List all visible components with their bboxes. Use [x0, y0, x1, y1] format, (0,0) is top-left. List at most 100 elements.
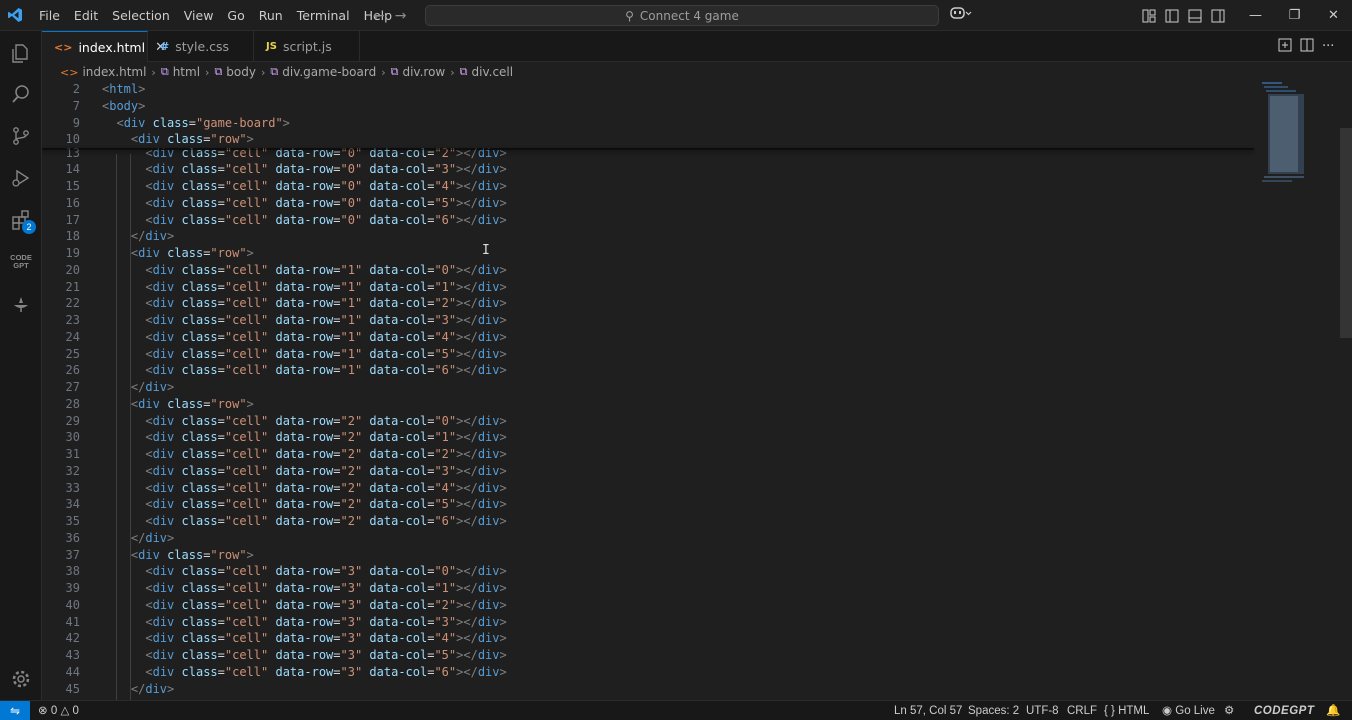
- cell-code-line[interactable]: 39 <div class="cell" data-row="3" data-c…: [42, 580, 1262, 597]
- cursor-position[interactable]: Ln 57, Col 57: [894, 701, 962, 720]
- open-preview-icon[interactable]: [1278, 38, 1292, 56]
- line-code: <div class="cell" data-row="1" data-col=…: [145, 346, 507, 361]
- extensions-badge: 2: [22, 220, 36, 234]
- cell-code-line[interactable]: 24 <div class="cell" data-row="1" data-c…: [42, 329, 1262, 346]
- line-code: <div class="cell" data-row="3" data-col=…: [145, 631, 507, 646]
- toggle-secondary-sidebar-icon[interactable]: [1209, 7, 1226, 24]
- source-control-icon[interactable]: [0, 116, 42, 156]
- codegpt-status[interactable]: CODEGPT: [1254, 701, 1314, 720]
- manage-gear-icon[interactable]: [0, 659, 42, 699]
- customize-layout-icon[interactable]: [1140, 7, 1157, 24]
- back-arrow-icon[interactable]: ←: [373, 8, 385, 24]
- command-center[interactable]: ⚲ Connect 4 game: [425, 5, 939, 26]
- line-code: <div class="cell" data-row="1" data-col=…: [145, 313, 507, 327]
- row-code-line[interactable]: 28 <div class="row">: [42, 396, 1262, 413]
- encoding[interactable]: UTF-8: [1026, 701, 1059, 720]
- menu-view[interactable]: View: [177, 0, 221, 31]
- language-mode[interactable]: { } HTML: [1104, 701, 1149, 720]
- restore-icon[interactable]: ❐: [1275, 0, 1314, 31]
- minimap[interactable]: [1260, 82, 1340, 192]
- command-center-label: Connect 4 game: [639, 8, 739, 23]
- scrollbar-thumb[interactable]: [1340, 128, 1352, 338]
- cell-code-line[interactable]: 22 <div class="cell" data-row="1" data-c…: [42, 295, 1262, 312]
- search-icon[interactable]: [0, 74, 42, 114]
- line-code: <div class="cell" data-row="3" data-col=…: [145, 581, 507, 595]
- line-number: 17: [65, 212, 80, 227]
- cell-code-line[interactable]: 14 <div class="cell" data-row="0" data-c…: [42, 161, 1262, 178]
- explorer-icon[interactable]: [0, 33, 42, 73]
- forward-arrow-icon[interactable]: →: [395, 8, 407, 24]
- toggle-panel-icon[interactable]: [1186, 7, 1203, 24]
- element-icon: ⧉: [160, 65, 169, 78]
- go-live-button[interactable]: ◉ Go Live: [1162, 701, 1215, 720]
- sticky-line[interactable]: 7 <body>: [42, 97, 1262, 115]
- line-code: <div class="cell" data-row="3" data-col=…: [145, 614, 507, 629]
- remote-indicator-icon[interactable]: ⇋: [0, 700, 30, 720]
- row-code-line[interactable]: 18 </div>: [42, 228, 1262, 245]
- toggle-primary-sidebar-icon[interactable]: [1163, 7, 1180, 24]
- run-debug-icon[interactable]: [0, 158, 42, 198]
- cell-code-line[interactable]: 26 <div class="cell" data-row="1" data-c…: [42, 362, 1262, 379]
- cell-code-line[interactable]: 43 <div class="cell" data-row="3" data-c…: [42, 647, 1262, 664]
- breadcrumb-item[interactable]: ⧉ div.cell: [460, 65, 513, 79]
- notifications-bell-icon[interactable]: 🔔: [1326, 701, 1340, 720]
- menu-terminal[interactable]: Terminal: [290, 0, 357, 31]
- close-window-icon[interactable]: ✕: [1314, 0, 1352, 31]
- menu-run[interactable]: Run: [252, 0, 290, 31]
- cell-code-line[interactable]: 17 <div class="cell" data-row="0" data-c…: [42, 212, 1262, 229]
- cell-code-line[interactable]: 42 <div class="cell" data-row="3" data-c…: [42, 630, 1262, 647]
- copilot-status-icon[interactable]: ⚙: [1224, 701, 1234, 720]
- cell-code-line[interactable]: 41 <div class="cell" data-row="3" data-c…: [42, 614, 1262, 631]
- cell-code-line[interactable]: 32 <div class="cell" data-row="2" data-c…: [42, 463, 1262, 480]
- cell-code-line[interactable]: 20 <div class="cell" data-row="1" data-c…: [42, 262, 1262, 279]
- cell-code-line[interactable]: 44 <div class="cell" data-row="3" data-c…: [42, 664, 1262, 681]
- cell-code-line[interactable]: 21 <div class="cell" data-row="1" data-c…: [42, 279, 1262, 296]
- tab-index-html[interactable]: <> index.html ✕: [42, 31, 166, 63]
- copilot-icon[interactable]: [950, 6, 972, 24]
- sticky-line[interactable]: 10 <div class="row">: [42, 131, 1262, 149]
- tab-script-js[interactable]: JS script.js: [254, 31, 360, 62]
- vertical-scrollbar[interactable]: [1340, 82, 1352, 700]
- sticky-line[interactable]: 2 <html>: [42, 82, 1262, 98]
- breadcrumb-label: div.cell: [471, 65, 514, 79]
- split-editor-icon[interactable]: [1300, 38, 1314, 56]
- cell-code-line[interactable]: 40 <div class="cell" data-row="3" data-c…: [42, 597, 1262, 614]
- breadcrumb-item[interactable]: ⧉ body: [214, 65, 256, 79]
- tab-style-css[interactable]: # style.css: [148, 31, 254, 62]
- minimize-icon[interactable]: —: [1236, 0, 1275, 31]
- element-icon: ⧉: [270, 65, 279, 78]
- cell-code-line[interactable]: 15 <div class="cell" data-row="0" data-c…: [42, 178, 1262, 195]
- cell-code-line[interactable]: 25 <div class="cell" data-row="1" data-c…: [42, 346, 1262, 363]
- breadcrumb-item[interactable]: ⧉ div.game-board: [270, 65, 376, 79]
- ai-assistant-icon[interactable]: [0, 284, 42, 324]
- cell-code-line[interactable]: 34 <div class="cell" data-row="2" data-c…: [42, 496, 1262, 513]
- cell-code-line[interactable]: 23 <div class="cell" data-row="1" data-c…: [42, 312, 1262, 329]
- menu-selection[interactable]: Selection: [105, 0, 177, 31]
- cell-code-line[interactable]: 30 <div class="cell" data-row="2" data-c…: [42, 429, 1262, 446]
- sticky-line[interactable]: 9 <div class="game-board">: [42, 114, 1262, 132]
- cell-code-line[interactable]: 31 <div class="cell" data-row="2" data-c…: [42, 446, 1262, 463]
- row-code-line[interactable]: 37 <div class="row">: [42, 547, 1262, 564]
- line-ending[interactable]: CRLF: [1067, 701, 1097, 720]
- row-code-line[interactable]: 45 </div>: [42, 681, 1262, 698]
- menu-go[interactable]: Go: [220, 0, 251, 31]
- problems-indicator[interactable]: ⊗ 0 △ 0: [38, 701, 79, 720]
- breadcrumb-item[interactable]: ⧉ html: [161, 65, 200, 79]
- breadcrumb-item[interactable]: ⧉ div.row: [391, 65, 446, 79]
- menu-edit[interactable]: Edit: [67, 0, 105, 31]
- cell-code-line[interactable]: 38 <div class="cell" data-row="3" data-c…: [42, 563, 1262, 580]
- row-code-line[interactable]: 36 </div>: [42, 530, 1262, 547]
- codegpt-icon[interactable]: CODE GPT: [0, 242, 42, 282]
- cell-code-line[interactable]: 35 <div class="cell" data-row="2" data-c…: [42, 513, 1262, 530]
- row-code-line[interactable]: 27 </div>: [42, 379, 1262, 396]
- indentation[interactable]: Spaces: 2: [968, 701, 1019, 720]
- more-actions-icon[interactable]: ···: [1322, 39, 1334, 54]
- extensions-icon[interactable]: 2: [0, 200, 42, 240]
- cell-code-line[interactable]: 29 <div class="cell" data-row="2" data-c…: [42, 413, 1262, 430]
- row-code-line[interactable]: 19 <div class="row">: [42, 245, 1262, 262]
- menu-file[interactable]: File: [32, 0, 67, 31]
- breadcrumb-item[interactable]: <> index.html: [60, 65, 146, 79]
- cell-code-line[interactable]: 16 <div class="cell" data-row="0" data-c…: [42, 195, 1262, 212]
- cell-code-line[interactable]: 33 <div class="cell" data-row="2" data-c…: [42, 480, 1262, 497]
- code-editor[interactable]: 13 <div class="cell" data-row="0" data-c…: [42, 82, 1352, 700]
